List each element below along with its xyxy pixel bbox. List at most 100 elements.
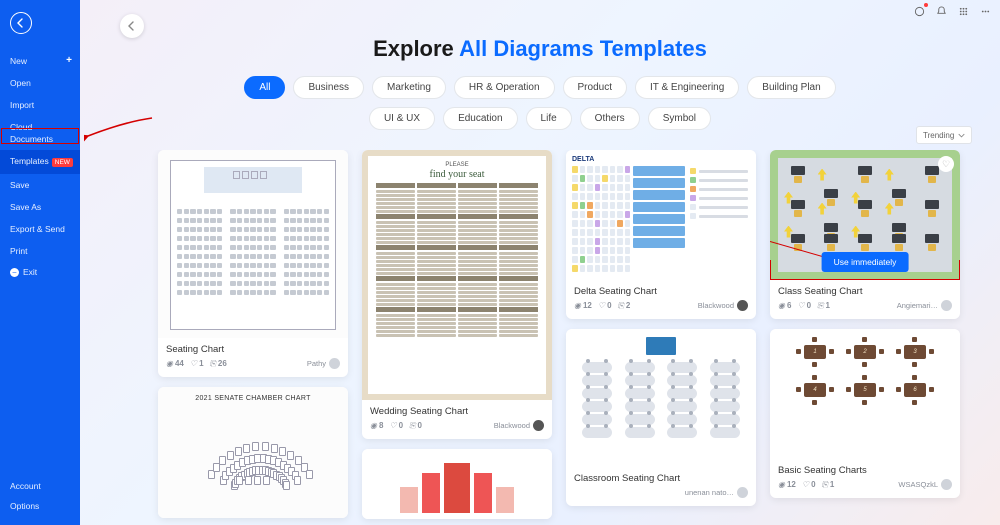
sort-dropdown[interactable]: Trending bbox=[916, 126, 972, 144]
sidebar-item-label: Templates bbox=[10, 156, 49, 166]
sidebar-item-label: Print bbox=[10, 245, 27, 257]
category-it-engineering[interactable]: IT & Engineering bbox=[635, 76, 739, 99]
exit-icon: – bbox=[10, 268, 19, 277]
main-panel: Explore All Diagrams Templates All Busin… bbox=[80, 0, 1000, 525]
eye-icon: ◉ bbox=[778, 480, 785, 489]
eye-icon: ◉ bbox=[166, 359, 173, 368]
notifications-icon[interactable] bbox=[912, 4, 926, 18]
sidebar-item-label: Import bbox=[10, 99, 34, 111]
sidebar-item-options[interactable]: Options bbox=[10, 501, 80, 511]
template-author: Blackwood bbox=[494, 420, 544, 431]
sidebar-menu: New + Open Import Cloud Documents Templa… bbox=[0, 50, 80, 282]
template-card-basic-seating[interactable]: 123456 Basic Seating Charts ◉12 ♡0 ⎘1 WS… bbox=[770, 329, 960, 498]
template-title: Delta Seating Chart bbox=[574, 286, 748, 297]
chevron-down-icon bbox=[958, 132, 965, 139]
category-business[interactable]: Business bbox=[293, 76, 364, 99]
sidebar-item-cloud-documents[interactable]: Cloud Documents bbox=[0, 116, 80, 150]
sidebar-item-label: Exit bbox=[23, 267, 37, 277]
template-card-classroom[interactable]: Classroom Seating Chart unenan nato… bbox=[566, 329, 756, 506]
copy-icon: ⎘ bbox=[210, 359, 216, 369]
thumb-subtitle: PLEASE bbox=[376, 162, 538, 168]
top-toolbar bbox=[912, 4, 992, 18]
thumb-script: find your seat bbox=[376, 169, 538, 180]
template-author: Blackwood bbox=[698, 300, 748, 311]
avatar bbox=[737, 300, 748, 311]
template-author: Pathy bbox=[307, 358, 340, 369]
sidebar-item-label: Export & Send bbox=[10, 223, 65, 235]
sidebar-item-new[interactable]: New + bbox=[0, 50, 80, 72]
template-thumbnail bbox=[362, 449, 552, 519]
template-stats: ◉44 ♡1 ⎘26 bbox=[166, 359, 227, 369]
copy-icon: ⎘ bbox=[618, 301, 624, 311]
template-stats: ◉8 ♡0 ⎘0 bbox=[370, 421, 422, 431]
avatar bbox=[737, 487, 748, 498]
category-marketing[interactable]: Marketing bbox=[372, 76, 446, 99]
category-symbol[interactable]: Symbol bbox=[648, 107, 711, 130]
template-author: WSASQzkL bbox=[898, 479, 952, 490]
template-title: Basic Seating Charts bbox=[778, 465, 952, 476]
apps-icon[interactable] bbox=[956, 4, 970, 18]
sidebar-item-save[interactable]: Save bbox=[0, 174, 80, 196]
avatar bbox=[533, 420, 544, 431]
avatar bbox=[329, 358, 340, 369]
sidebar-item-export-send[interactable]: Export & Send bbox=[0, 218, 80, 240]
template-card-stage[interactable] bbox=[362, 449, 552, 519]
title-plain: Explore bbox=[373, 36, 459, 61]
template-thumbnail: 2021 SENATE CHAMBER CHART bbox=[158, 387, 348, 518]
sort-label: Trending bbox=[923, 131, 954, 140]
plus-icon: + bbox=[66, 55, 72, 67]
title-accent: All Diagrams Templates bbox=[459, 36, 707, 61]
category-all[interactable]: All bbox=[244, 76, 285, 99]
heart-icon: ♡ bbox=[802, 480, 809, 489]
sidebar-item-label: Save As bbox=[10, 201, 41, 213]
template-title: Seating Chart bbox=[166, 344, 340, 355]
new-badge: NEW bbox=[52, 158, 73, 167]
sidebar-item-exit[interactable]: – Exit bbox=[0, 262, 80, 282]
eye-icon: ◉ bbox=[778, 301, 785, 310]
category-row-2: UI & UX Education Life Others Symbol bbox=[80, 107, 1000, 130]
template-card-class-seating[interactable]: ♡ Use immediately Class Seating Chart ◉6… bbox=[770, 150, 960, 319]
category-ui-ux[interactable]: UI & UX bbox=[369, 107, 435, 130]
template-stats: ◉12 ♡0 ⎘2 bbox=[574, 301, 630, 311]
favorite-button[interactable]: ♡ bbox=[938, 156, 954, 172]
page-back-button[interactable] bbox=[120, 14, 144, 38]
page-title: Explore All Diagrams Templates bbox=[80, 0, 1000, 62]
sidebar-item-open[interactable]: Open bbox=[0, 72, 80, 94]
heart-icon: ♡ bbox=[598, 301, 605, 310]
more-icon[interactable] bbox=[978, 4, 992, 18]
template-thumbnail: PLEASE find your seat bbox=[362, 150, 552, 400]
sidebar-item-save-as[interactable]: Save As bbox=[0, 196, 80, 218]
template-gallery: /*rows generated below by cloning*/ Seat… bbox=[80, 150, 1000, 525]
sidebar-item-label: Save bbox=[10, 179, 29, 191]
sidebar-item-account[interactable]: Account bbox=[10, 481, 80, 491]
sidebar-item-print[interactable]: Print bbox=[0, 240, 80, 262]
template-thumbnail bbox=[566, 329, 756, 467]
category-building-plan[interactable]: Building Plan bbox=[747, 76, 835, 99]
category-hr-operation[interactable]: HR & Operation bbox=[454, 76, 555, 99]
thumb-title: DELTA bbox=[572, 156, 750, 163]
template-card-senate[interactable]: 2021 SENATE CHAMBER CHART bbox=[158, 387, 348, 518]
template-author: Angiemari… bbox=[897, 300, 952, 311]
template-thumbnail: ♡ Use immediately bbox=[770, 150, 960, 280]
template-card-delta[interactable]: DELTA bbox=[566, 150, 756, 319]
template-title: Classroom Seating Chart bbox=[574, 473, 748, 484]
category-life[interactable]: Life bbox=[526, 107, 572, 130]
category-others[interactable]: Others bbox=[580, 107, 640, 130]
back-button[interactable] bbox=[10, 12, 32, 34]
sidebar-item-import[interactable]: Import bbox=[0, 94, 80, 116]
copy-icon: ⎘ bbox=[822, 480, 828, 490]
template-stats: ◉12 ♡0 ⎘1 bbox=[778, 480, 834, 490]
use-immediately-button[interactable]: Use immediately bbox=[822, 252, 909, 272]
template-thumbnail: /*rows generated below by cloning*/ bbox=[158, 150, 348, 338]
template-thumbnail: 123456 bbox=[770, 329, 960, 459]
sidebar-item-templates[interactable]: TemplatesNEW bbox=[0, 150, 80, 174]
thumb-title: 2021 SENATE CHAMBER CHART bbox=[166, 395, 340, 402]
category-product[interactable]: Product bbox=[563, 76, 627, 99]
bell-icon[interactable] bbox=[934, 4, 948, 18]
template-card-wedding[interactable]: PLEASE find your seat Wedding Seating Ch… bbox=[362, 150, 552, 439]
category-row-1: All Business Marketing HR & Operation Pr… bbox=[80, 76, 1000, 99]
sidebar: New + Open Import Cloud Documents Templa… bbox=[0, 0, 80, 525]
template-card-seating[interactable]: /*rows generated below by cloning*/ Seat… bbox=[158, 150, 348, 377]
eye-icon: ◉ bbox=[574, 301, 581, 310]
category-education[interactable]: Education bbox=[443, 107, 517, 130]
